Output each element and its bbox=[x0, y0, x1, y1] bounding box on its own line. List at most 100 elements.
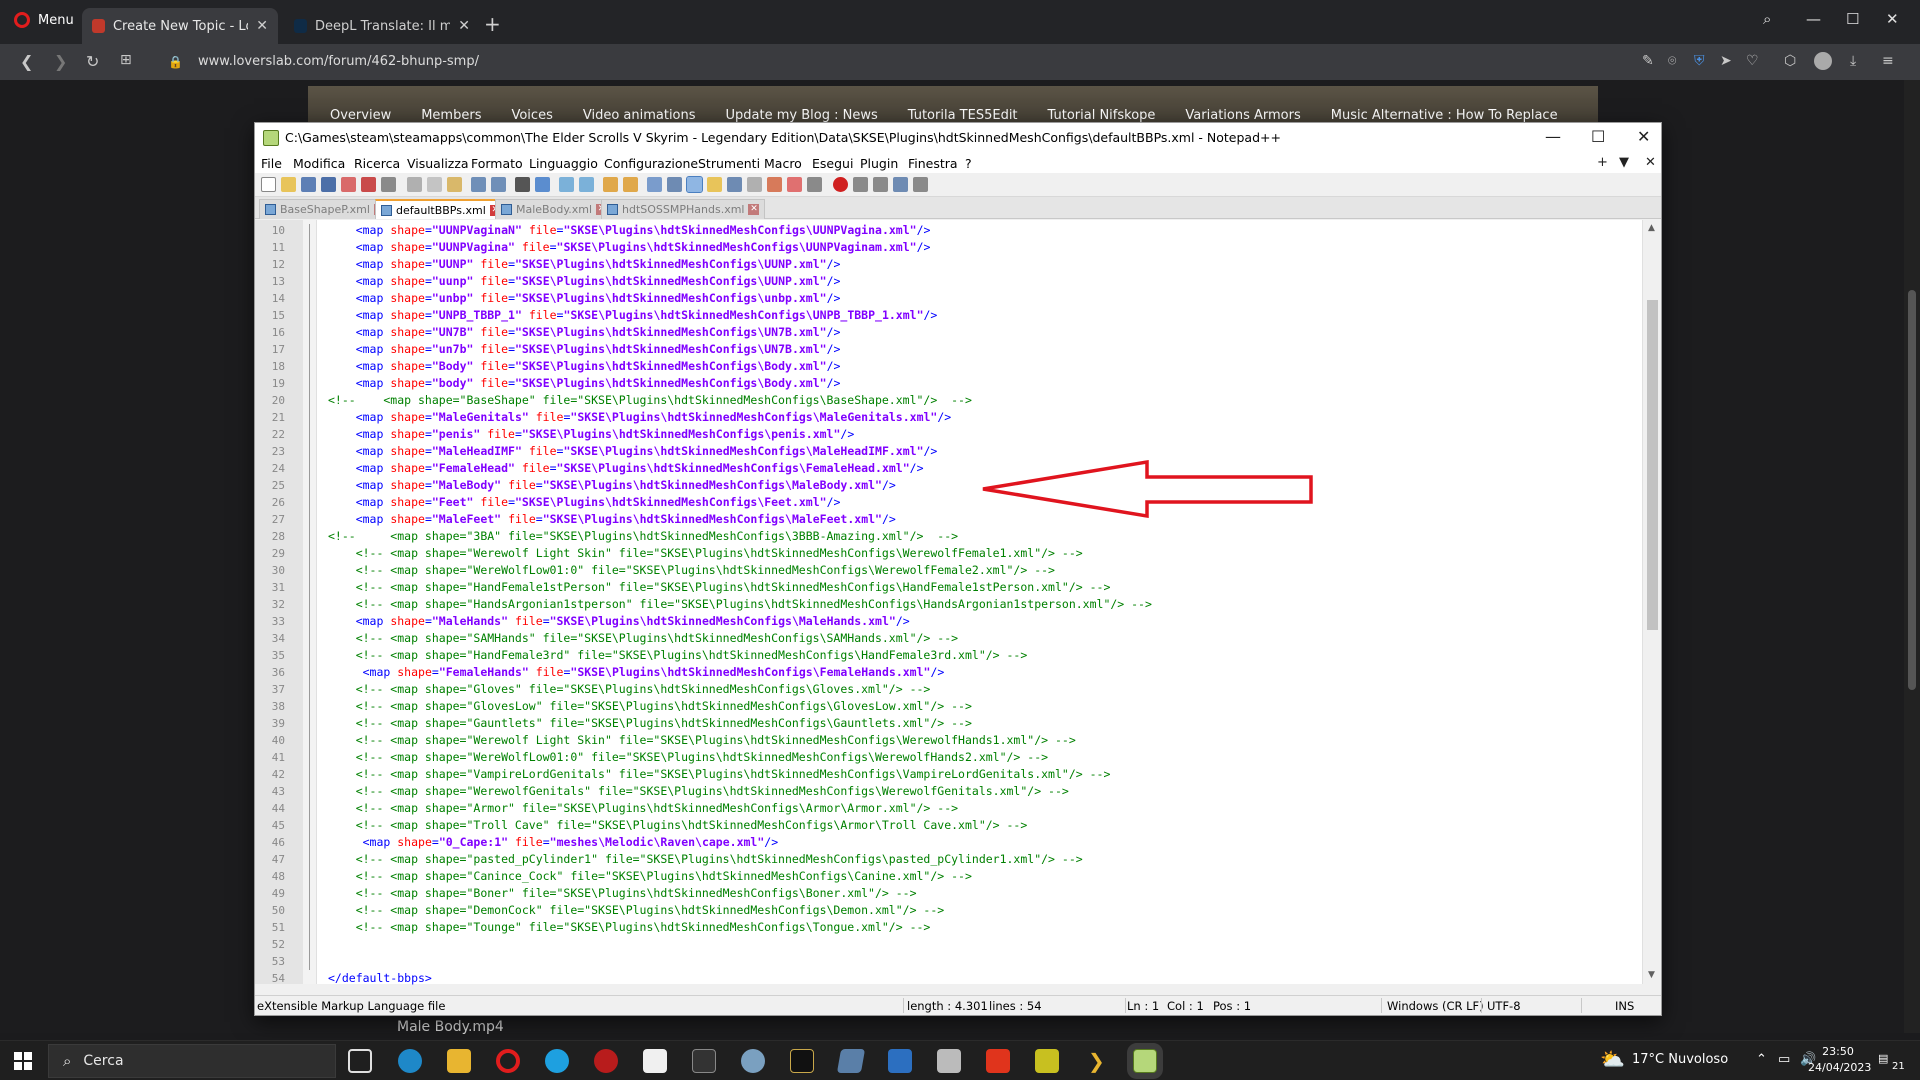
address-bar[interactable]: www.loverslab.com/forum/462-bhunp-smp/ bbox=[198, 54, 479, 69]
nav-link[interactable]: Update my Blog : News bbox=[726, 108, 878, 123]
save-icon[interactable] bbox=[301, 177, 316, 192]
menu-plugin[interactable]: Plugin bbox=[860, 156, 898, 171]
amd-software-icon[interactable] bbox=[594, 1049, 618, 1073]
maximize-icon[interactable]: ☐ bbox=[1846, 10, 1859, 28]
file-explorer-icon[interactable] bbox=[447, 1049, 471, 1073]
redo-icon[interactable] bbox=[491, 177, 506, 192]
save-all-icon[interactable] bbox=[321, 177, 336, 192]
profile-avatar[interactable] bbox=[1814, 52, 1832, 70]
cut-icon[interactable] bbox=[407, 177, 422, 192]
opera-taskbar-icon[interactable] bbox=[496, 1049, 520, 1073]
find-icon[interactable] bbox=[515, 177, 530, 192]
play-macro-icon[interactable] bbox=[873, 177, 888, 192]
nav-link[interactable]: Tutorial Nifskope bbox=[1048, 108, 1156, 123]
editor-vertical-scrollbar[interactable]: ▲ ▼ bbox=[1642, 220, 1661, 984]
page-scrollbar[interactable] bbox=[1904, 80, 1920, 1033]
menu-modifica[interactable]: Modifica bbox=[293, 156, 345, 171]
indent-guide-icon[interactable] bbox=[686, 176, 703, 193]
nav-link[interactable]: Overview bbox=[330, 108, 391, 123]
add-tab-button[interactable]: + bbox=[1597, 155, 1608, 170]
browser-tab-create-topic[interactable]: Create New Topic - LoversL ✕ bbox=[82, 8, 278, 44]
function-list-icon[interactable] bbox=[747, 177, 762, 192]
weather-text[interactable]: 17°C Nuvoloso bbox=[1632, 1052, 1728, 1067]
show-all-chars-icon[interactable] bbox=[667, 177, 682, 192]
close-document-button[interactable]: ✕ bbox=[1645, 155, 1656, 170]
menu-finestra[interactable]: Finestra bbox=[908, 156, 958, 171]
filezilla-icon[interactable] bbox=[986, 1049, 1010, 1073]
close-window-icon[interactable]: ✕ bbox=[1886, 10, 1899, 28]
folder-workspace-icon[interactable] bbox=[767, 177, 782, 192]
close-file-icon[interactable] bbox=[341, 177, 356, 192]
stop-macro-icon[interactable] bbox=[853, 177, 868, 192]
taskbar-clock[interactable]: 23:50 24/04/2023 bbox=[1808, 1044, 1871, 1076]
opera-menu-button[interactable]: Menu bbox=[14, 12, 74, 28]
editor-scroll-thumb[interactable] bbox=[1647, 300, 1658, 630]
open-file-icon[interactable] bbox=[281, 177, 296, 192]
undo-icon[interactable] bbox=[471, 177, 486, 192]
menu-formato[interactable]: Formato bbox=[471, 156, 523, 171]
task-view-icon[interactable] bbox=[348, 1049, 372, 1073]
plex-icon[interactable]: ❯ bbox=[1088, 1049, 1112, 1073]
close-tab-icon[interactable]: ✕ bbox=[748, 204, 760, 215]
npp-title-bar[interactable]: C:\Games\steam\steamapps\common\The Elde… bbox=[255, 123, 1661, 153]
cube-icon[interactable]: ⬡ bbox=[1784, 53, 1796, 69]
eye-icon[interactable] bbox=[807, 177, 822, 192]
msi-afterburner-icon[interactable] bbox=[692, 1049, 716, 1073]
notepad-taskbar-icon[interactable] bbox=[1133, 1049, 1157, 1073]
document-map-icon[interactable] bbox=[727, 177, 742, 192]
nav-link[interactable]: Music Alternative : How To Replace bbox=[1331, 108, 1558, 123]
back-icon[interactable]: ❮ bbox=[20, 52, 33, 71]
menu-file[interactable]: File bbox=[261, 156, 282, 171]
npp-maximize-icon[interactable]: ☐ bbox=[1591, 127, 1605, 146]
tray-overflow-icon[interactable]: ⌃ bbox=[1756, 1052, 1767, 1067]
app-icon[interactable] bbox=[643, 1049, 667, 1073]
new-tab-icon[interactable]: + bbox=[484, 14, 501, 34]
sync-horizontal-icon[interactable] bbox=[623, 177, 638, 192]
pen-tool-icon[interactable] bbox=[836, 1049, 866, 1073]
user-language-icon[interactable] bbox=[707, 177, 722, 192]
notification-icon[interactable]: ▤ bbox=[1878, 1052, 1888, 1065]
print-icon[interactable] bbox=[381, 177, 396, 192]
scrollbar-thumb[interactable] bbox=[1908, 290, 1916, 690]
file-tab-defaultbbps[interactable]: defaultBBPs.xml ✕ bbox=[375, 199, 507, 219]
game-icon[interactable] bbox=[790, 1049, 814, 1073]
windows-start-icon[interactable] bbox=[14, 1052, 32, 1070]
nav-link[interactable]: Members bbox=[421, 108, 481, 123]
save-macro-icon[interactable] bbox=[913, 177, 928, 192]
heart-icon[interactable]: ♡ bbox=[1746, 53, 1759, 69]
reload-icon[interactable]: ↻ bbox=[86, 52, 99, 71]
shield-icon[interactable]: ⛨ bbox=[1694, 53, 1705, 69]
taskbar-search-box[interactable]: ⌕ Cerca bbox=[48, 1044, 336, 1078]
copy-icon[interactable] bbox=[427, 177, 442, 192]
run-macro-multiple-icon[interactable] bbox=[893, 177, 908, 192]
scroll-up-icon[interactable]: ▲ bbox=[1648, 223, 1655, 233]
npp-close-icon[interactable]: ✕ bbox=[1637, 127, 1650, 146]
replace-icon[interactable] bbox=[535, 177, 550, 192]
close-all-icon[interactable] bbox=[361, 177, 376, 192]
npp-minimize-icon[interactable]: — bbox=[1545, 127, 1561, 146]
paste-icon[interactable] bbox=[447, 177, 462, 192]
word-wrap-icon[interactable] bbox=[647, 177, 662, 192]
close-tab-icon[interactable]: ✕ bbox=[256, 18, 268, 34]
edit-icon[interactable]: ✎ bbox=[1642, 53, 1654, 69]
nav-link[interactable]: Video animations bbox=[583, 108, 696, 123]
easy-setup-icon[interactable]: ≡ bbox=[1882, 53, 1894, 69]
code-editor[interactable]: 10 <map shape="UUNPVaginaN" file="SKSE\P… bbox=[255, 220, 1661, 985]
edge-browser-icon[interactable] bbox=[398, 1049, 422, 1073]
zoom-out-icon[interactable] bbox=[579, 177, 594, 192]
nav-link[interactable]: Variations Armors bbox=[1185, 108, 1300, 123]
file-tab-hdtsossmphands[interactable]: hdtSOSSMPHands.xml ✕ bbox=[601, 199, 766, 219]
close-tab-icon[interactable]: ✕ bbox=[458, 18, 470, 34]
sync-vertical-icon[interactable] bbox=[603, 177, 618, 192]
nifskope-icon[interactable] bbox=[937, 1049, 961, 1073]
menu-configurazione[interactable]: Configurazione bbox=[604, 156, 698, 171]
scroll-down-icon[interactable]: ▼ bbox=[1648, 970, 1655, 980]
steam-icon[interactable] bbox=[741, 1049, 765, 1073]
nav-link[interactable]: Tutorila TES5Edit bbox=[908, 108, 1018, 123]
network-icon[interactable]: ▭ bbox=[1778, 1052, 1790, 1067]
download-icon[interactable]: ⤓ bbox=[1850, 53, 1856, 69]
new-file-icon[interactable] bbox=[261, 177, 276, 192]
record-macro-icon[interactable] bbox=[833, 177, 848, 192]
menu-esegui[interactable]: Esegui bbox=[812, 156, 853, 171]
menu-help[interactable]: ? bbox=[965, 156, 972, 171]
